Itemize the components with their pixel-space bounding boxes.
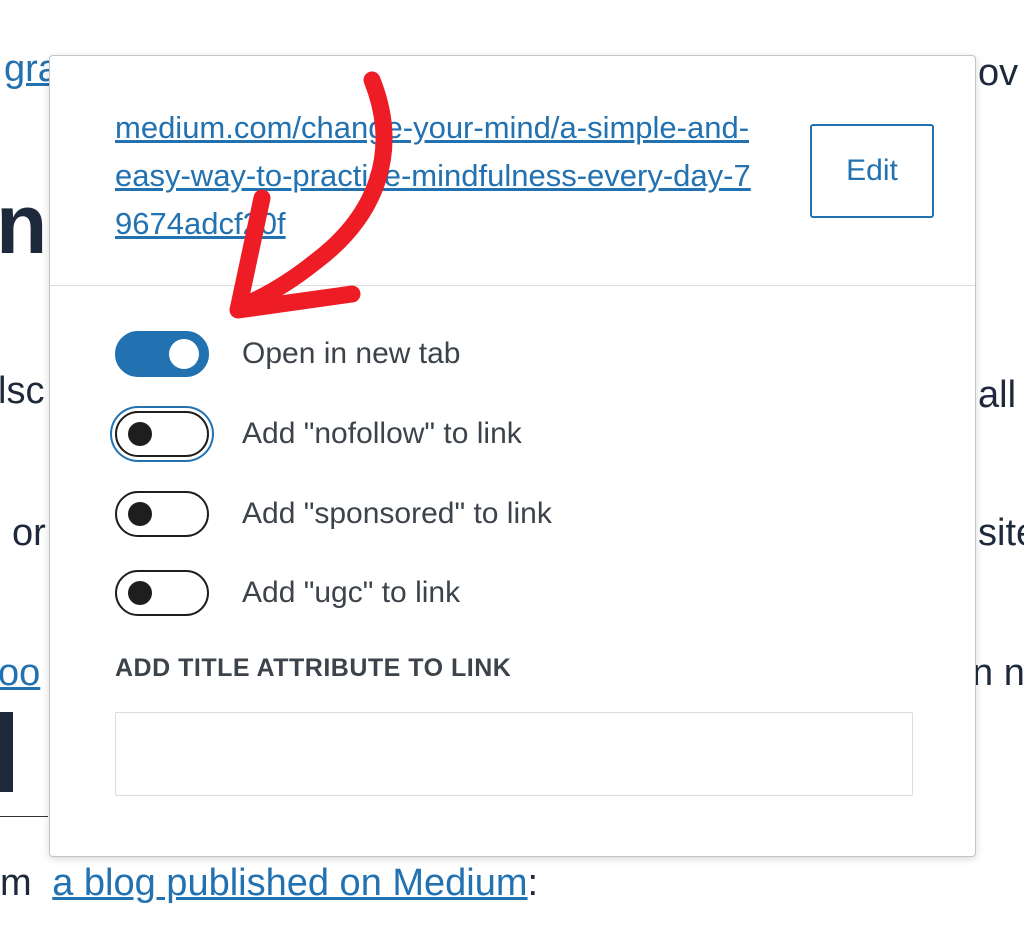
- link-settings-popover: medium.com/change-your-mind/a-simple-and…: [49, 55, 976, 857]
- medium-blog-link[interactable]: a blog published on Medium: [52, 862, 527, 904]
- title-attribute-label: ADD TITLE ATTRIBUTE TO LINK: [115, 654, 512, 682]
- ugc-label: Add "ugc" to link: [242, 576, 461, 609]
- toggle-knob: [128, 502, 152, 526]
- bg-text-fragment: site: [978, 512, 1024, 554]
- bg-text-fragment: ov: [978, 52, 1019, 94]
- toggle-knob: [169, 339, 199, 369]
- bg-glyph-fragment: [0, 712, 13, 792]
- bg-text-fragment: oo: [0, 652, 41, 694]
- toggle-row-nofollow[interactable]: Add "nofollow" to link: [115, 410, 522, 458]
- bg-text-fragment: lsc: [0, 370, 45, 412]
- ugc-toggle[interactable]: [115, 570, 209, 616]
- bg-paragraph-prefix: m: [0, 862, 32, 904]
- popover-divider: [50, 285, 975, 286]
- toggle-row-ugc[interactable]: Add "ugc" to link: [115, 569, 460, 617]
- edit-link-button[interactable]: Edit: [810, 124, 934, 218]
- toggle-row-sponsored[interactable]: Add "sponsored" to link: [115, 490, 552, 538]
- nofollow-label: Add "nofollow" to link: [242, 417, 522, 450]
- bg-text-fragment: all: [978, 374, 1017, 416]
- sponsored-label: Add "sponsored" to link: [242, 497, 552, 530]
- link-url[interactable]: medium.com/change-your-mind/a-simple-and…: [115, 104, 755, 248]
- bg-paragraph-suffix: :: [527, 862, 539, 904]
- bg-paragraph: m a blog published on Medium:: [0, 862, 538, 905]
- sponsored-toggle[interactable]: [115, 491, 209, 537]
- nofollow-toggle[interactable]: [115, 411, 209, 457]
- bg-text-fragment: or: [12, 512, 46, 554]
- title-attribute-input[interactable]: [115, 712, 913, 796]
- toggle-knob: [128, 581, 152, 605]
- bg-text-fragment: n n: [972, 652, 1024, 694]
- toggle-row-open-new-tab[interactable]: Open in new tab: [115, 330, 460, 378]
- open-in-new-tab-label: Open in new tab: [242, 337, 461, 370]
- open-in-new-tab-toggle[interactable]: [115, 331, 209, 377]
- toggle-knob: [128, 422, 152, 446]
- bg-heading-fragment: n: [0, 177, 48, 271]
- bg-divider: [0, 816, 48, 817]
